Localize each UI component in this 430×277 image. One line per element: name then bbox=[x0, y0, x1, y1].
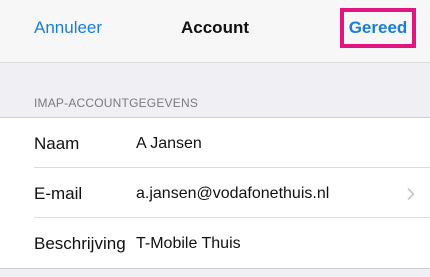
navigation-bar: Annuleer Account Gereed bbox=[0, 0, 430, 63]
email-row[interactable]: E-mail a.jansen@vodafonethuis.nl bbox=[0, 168, 430, 218]
name-field[interactable]: A Jansen bbox=[136, 135, 386, 153]
description-field[interactable]: T-Mobile Thuis bbox=[136, 235, 386, 253]
section-header: IMAP-ACCOUNTGEGEVENS bbox=[34, 96, 199, 110]
name-label: Naam bbox=[34, 134, 80, 153]
done-button-label: Gereed bbox=[348, 18, 408, 37]
done-button[interactable]: Gereed bbox=[340, 8, 416, 48]
name-row[interactable]: Naam A Jansen bbox=[0, 118, 430, 168]
description-row[interactable]: Beschrijving T-Mobile Thuis bbox=[0, 218, 430, 268]
description-label: Beschrijving bbox=[34, 234, 126, 253]
chevron-right-icon bbox=[407, 188, 415, 200]
email-label: E-mail bbox=[34, 184, 83, 203]
account-settings-screen: Annuleer Account Gereed IMAP-ACCOUNTGEGE… bbox=[0, 0, 430, 277]
email-field[interactable]: a.jansen@vodafonethuis.nl bbox=[136, 185, 386, 203]
account-details-group: Naam A Jansen E-mail a.jansen@vodafoneth… bbox=[0, 117, 430, 269]
